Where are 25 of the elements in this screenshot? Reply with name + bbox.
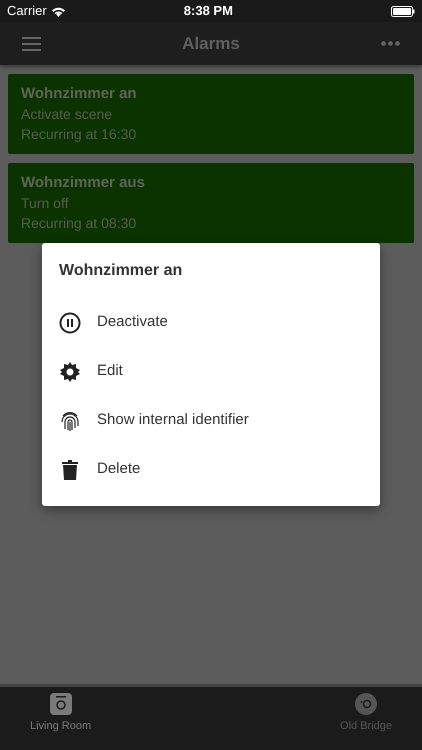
settings-icon bbox=[59, 360, 81, 382]
battery-icon bbox=[391, 6, 415, 16]
tab-item[interactable]: Living Room bbox=[30, 693, 92, 750]
alarm-action: Turn off bbox=[21, 194, 70, 213]
pause-icon bbox=[59, 312, 81, 334]
menu-item[interactable]: Deactivate bbox=[59, 298, 363, 347]
menu-item[interactable]: Edit bbox=[59, 347, 363, 396]
page-title: Alarms bbox=[182, 32, 240, 55]
alarm-action: Activate scene bbox=[21, 105, 114, 124]
bulb-icon bbox=[355, 693, 377, 715]
dialog-title: Wohnzimmer an bbox=[59, 261, 184, 281]
lamp-icon bbox=[50, 693, 72, 715]
more-icon[interactable] bbox=[380, 41, 400, 46]
clock: 8:38 PM bbox=[182, 2, 234, 20]
alarm-name: Wohnzimmer aus bbox=[21, 173, 146, 193]
menu-icon[interactable] bbox=[22, 36, 41, 50]
fingerprint-icon bbox=[59, 410, 81, 432]
trash-icon bbox=[59, 458, 81, 480]
alarm-schedule: Recurring at 08:30 bbox=[21, 214, 138, 233]
menu-item[interactable]: Delete bbox=[59, 445, 363, 494]
carrier-label: Carrier bbox=[7, 2, 47, 20]
alarm-name: Wohnzimmer an bbox=[21, 84, 138, 104]
wifi-icon bbox=[50, 6, 66, 16]
menu-item[interactable]: Show internal identifier bbox=[59, 396, 363, 445]
alarm-schedule: Recurring at 16:30 bbox=[21, 125, 138, 144]
